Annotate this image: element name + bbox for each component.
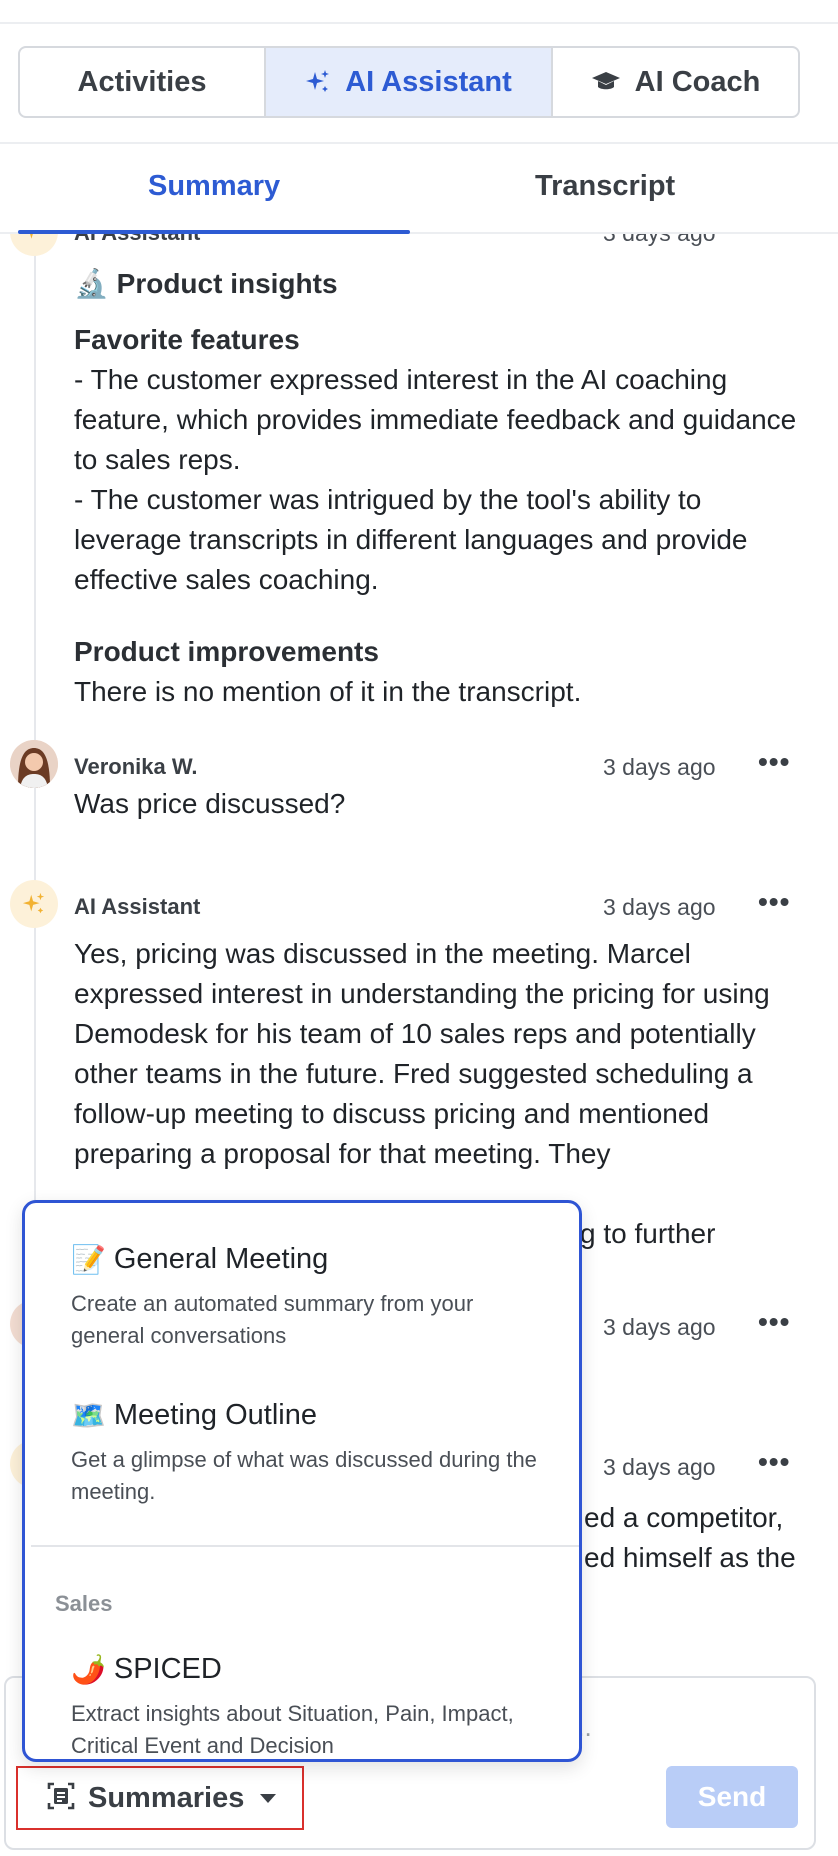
- timestamp: 3 days ago: [603, 894, 716, 920]
- caret-down-icon: [260, 1793, 277, 1803]
- sub-tab-bar: Summary Transcript: [0, 144, 838, 234]
- menu-section-sales: Sales: [55, 1591, 113, 1616]
- author-name: Veronika W.: [74, 754, 198, 779]
- top-tab-bar: Activities AI Assistant AI Coach: [18, 46, 800, 118]
- timestamp: 3 days ago: [603, 754, 716, 780]
- summaries-dropdown-menu: 📝 General Meeting Create an automated su…: [22, 1200, 582, 1762]
- tab-activities[interactable]: Activities: [20, 48, 266, 116]
- more-options-icon[interactable]: •••: [758, 1306, 790, 1338]
- message-body: Yes, pricing was discussed in the meetin…: [74, 938, 770, 1169]
- more-options-icon[interactable]: •••: [758, 886, 790, 918]
- favorite-heading: Favorite features: [74, 324, 300, 355]
- tab-transcript[interactable]: Transcript: [535, 170, 675, 203]
- sparkles-icon: [305, 69, 331, 95]
- summaries-dropdown-button[interactable]: Summaries: [16, 1766, 304, 1830]
- summary-doc-icon: [46, 1781, 76, 1816]
- more-options-icon[interactable]: •••: [758, 746, 790, 778]
- insights-title: 🔬 Product insights: [74, 268, 338, 299]
- chili-pepper-icon: 🌶️: [71, 1654, 106, 1685]
- menu-item-title: 🗺️ Meeting Outline: [71, 1399, 541, 1432]
- menu-item-title-text: General Meeting: [113, 1243, 329, 1275]
- more-options-icon[interactable]: •••: [758, 234, 790, 244]
- menu-item-meeting-outline[interactable]: 🗺️ Meeting Outline Get a glimpse of what…: [71, 1399, 541, 1508]
- tab-ai-coach[interactable]: AI Coach: [553, 48, 798, 116]
- tab-ai-coach-label: AI Coach: [634, 65, 761, 98]
- menu-item-description: Create an automated summary from your ge…: [71, 1291, 474, 1348]
- tab-summary[interactable]: Summary: [148, 170, 280, 203]
- avatar-veronika: [10, 740, 58, 788]
- ai-assistant-avatar: [10, 880, 58, 928]
- graduation-cap-icon: [591, 69, 621, 95]
- tab-activities-label: Activities: [77, 65, 207, 98]
- message-body: 🔬 Product insights Favorite features - T…: [74, 264, 814, 712]
- improvements-text: There is no mention of it in the transcr…: [74, 676, 582, 707]
- send-button[interactable]: Send: [666, 1766, 798, 1828]
- message-body: Was price discussed?: [74, 788, 346, 819]
- menu-item-spiced[interactable]: 🌶️ SPICED Extract insights about Situati…: [71, 1653, 541, 1759]
- tab-ai-assistant-label: AI Assistant: [345, 65, 512, 98]
- memo-icon: 📝: [71, 1244, 106, 1275]
- timestamp: 3 days ago: [603, 1454, 716, 1480]
- menu-item-title: 🌶️ SPICED: [71, 1653, 541, 1686]
- author-name: AI Assistant: [74, 234, 200, 246]
- map-icon: 🗺️: [71, 1400, 106, 1431]
- menu-item-title: 📝 General Meeting: [71, 1243, 541, 1276]
- ai-assistant-avatar: [10, 234, 58, 256]
- message-body-tail-1: ed a competitor,: [584, 1502, 784, 1533]
- menu-item-title-text: SPICED: [113, 1653, 222, 1685]
- top-divider: [0, 22, 838, 24]
- author-name: AI Assistant: [74, 894, 201, 919]
- favorite-item-1: - The customer expressed interest in the…: [74, 364, 797, 475]
- menu-item-description: Extract insights about Situation, Pain, …: [71, 1701, 514, 1758]
- favorite-item-2: - The customer was intrigued by the tool…: [74, 484, 748, 595]
- tab-ai-assistant[interactable]: AI Assistant: [266, 48, 553, 116]
- improvements-heading: Product improvements: [74, 636, 379, 667]
- summaries-label: Summaries: [88, 1781, 245, 1814]
- menu-item-title-text: Meeting Outline: [113, 1399, 317, 1431]
- message-body-tail: g to further: [580, 1218, 716, 1249]
- timestamp: 3 days ago: [603, 1314, 716, 1340]
- menu-item-description: Get a glimpse of what was discussed duri…: [71, 1447, 537, 1504]
- menu-divider: [31, 1545, 579, 1547]
- menu-item-general-meeting[interactable]: 📝 General Meeting Create an automated su…: [71, 1243, 541, 1352]
- message-body-tail-2: ed himself as the: [584, 1542, 796, 1573]
- timestamp: 3 days ago: [603, 234, 716, 247]
- more-options-icon[interactable]: •••: [758, 1446, 790, 1478]
